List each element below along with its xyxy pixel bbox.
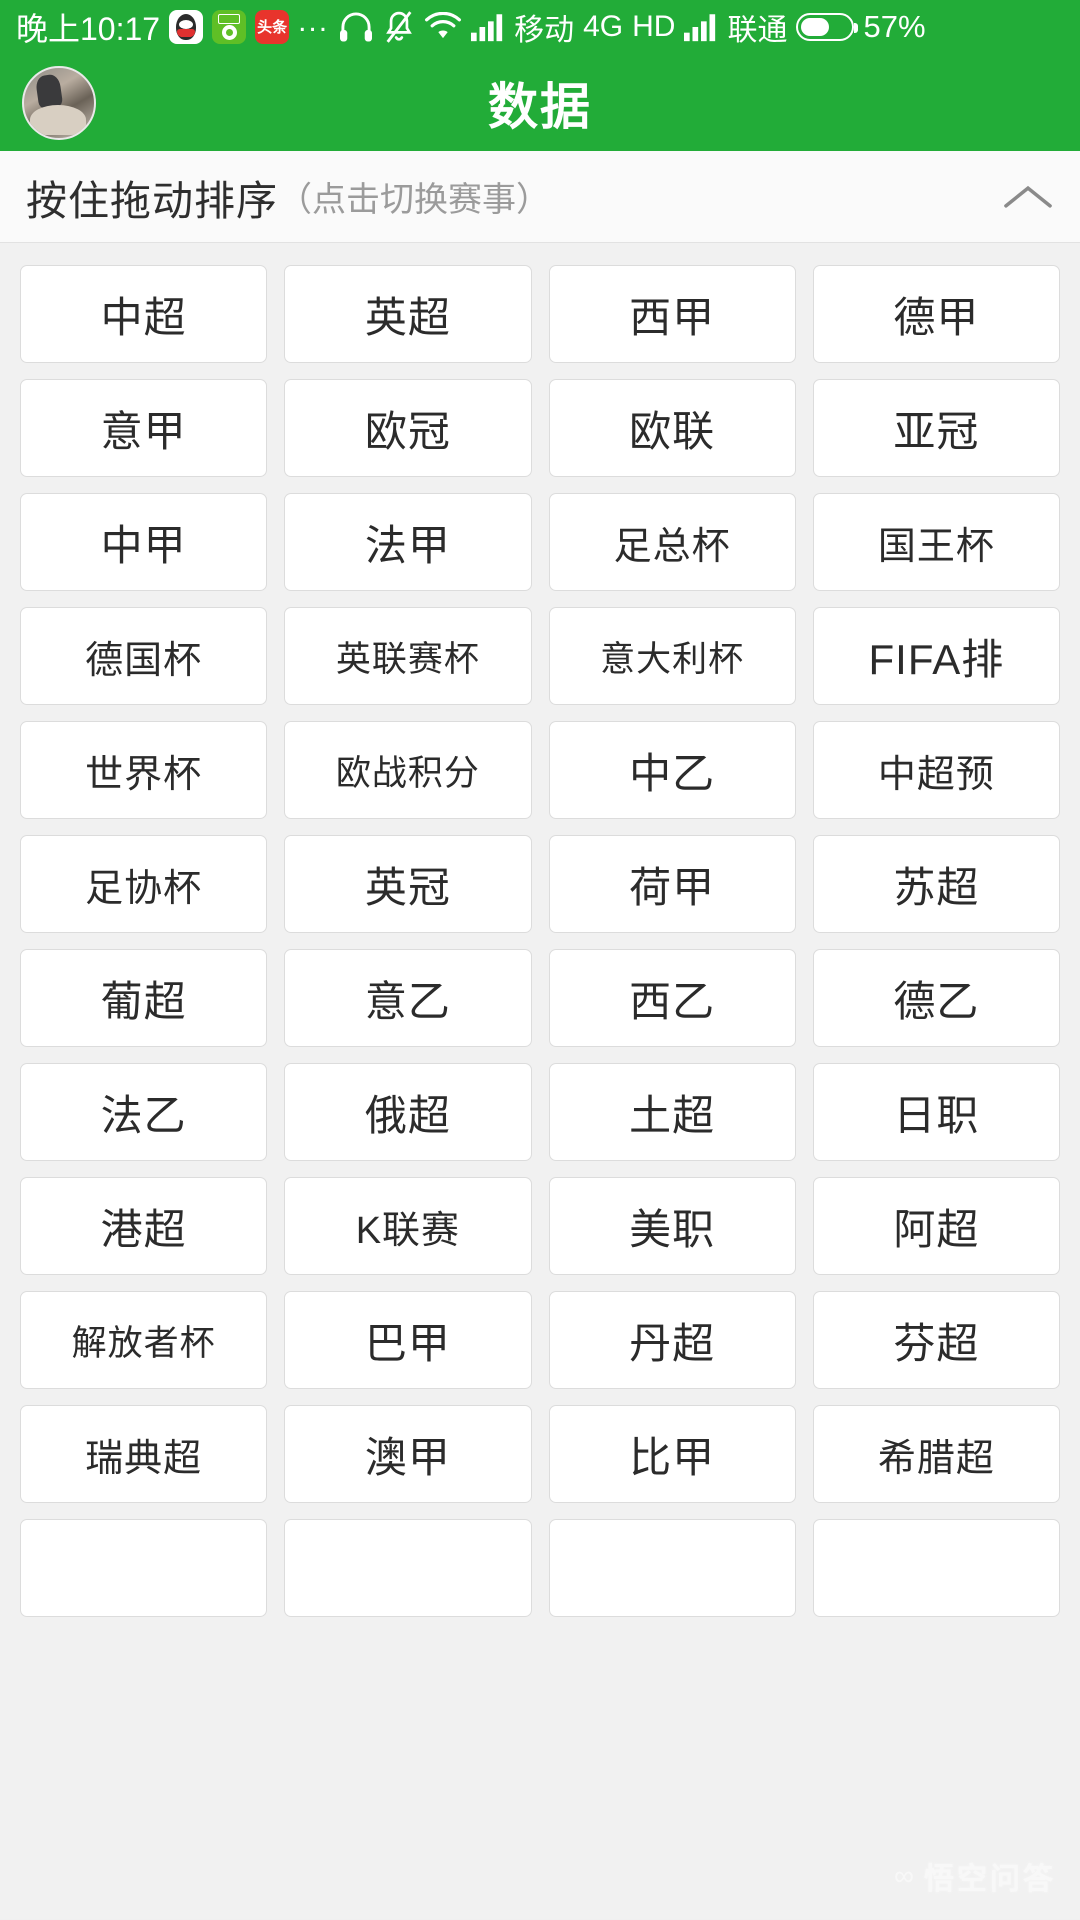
- chevron-up-icon[interactable]: [1002, 171, 1054, 223]
- league-cell[interactable]: 欧冠: [284, 379, 532, 477]
- status-time: 晚上10:17: [16, 11, 161, 47]
- league-cell[interactable]: 意乙: [284, 949, 532, 1047]
- qq-icon: [169, 10, 204, 44]
- league-cell[interactable]: [20, 1519, 268, 1617]
- league-cell[interactable]: 德国杯: [20, 607, 268, 705]
- league-cell[interactable]: 欧战积分: [284, 721, 532, 819]
- app-root: 晚上10:17 头条 ... 移动 4G HD 联通 57% 数据 按住拖动排序…: [0, 0, 1080, 1920]
- league-cell[interactable]: 足总杯: [548, 493, 796, 591]
- league-cell[interactable]: 美职: [548, 1177, 796, 1275]
- soccer-app-icon: [212, 10, 247, 44]
- toutiao-label: 头条: [257, 18, 288, 36]
- league-cell[interactable]: 荷甲: [548, 835, 796, 933]
- avatar[interactable]: [22, 65, 96, 140]
- league-cell[interactable]: 阿超: [812, 1177, 1060, 1275]
- league-cell[interactable]: 解放者杯: [20, 1291, 268, 1389]
- league-cell[interactable]: [812, 1519, 1060, 1617]
- league-cell[interactable]: 德甲: [812, 265, 1060, 363]
- league-cell[interactable]: [284, 1519, 532, 1617]
- league-cell[interactable]: [548, 1519, 796, 1617]
- league-cell[interactable]: 世界杯: [20, 721, 268, 819]
- league-cell[interactable]: 中超: [20, 265, 268, 363]
- sort-bar-main-text: 按住拖动排序: [26, 177, 278, 224]
- league-cell[interactable]: 瑞典超: [20, 1405, 268, 1503]
- signal-icon-2: [684, 12, 718, 42]
- sort-bar[interactable]: 按住拖动排序 （点击切换赛事）: [0, 151, 1080, 243]
- league-cell[interactable]: 俄超: [284, 1063, 532, 1161]
- league-cell[interactable]: 亚冠: [812, 379, 1060, 477]
- league-cell[interactable]: 德乙: [812, 949, 1060, 1047]
- battery-percent: 57%: [863, 9, 926, 44]
- league-cell[interactable]: 苏超: [812, 835, 1060, 933]
- league-cell[interactable]: 英联赛杯: [284, 607, 532, 705]
- wifi-icon: [424, 12, 462, 42]
- hd-label: HD: [632, 10, 676, 43]
- sort-bar-sub-text: （点击切换赛事）: [278, 181, 550, 219]
- league-cell[interactable]: 法乙: [20, 1063, 268, 1161]
- overflow-dots-icon: ...: [298, 5, 330, 38]
- league-cell[interactable]: 足协杯: [20, 835, 268, 933]
- league-cell[interactable]: 中甲: [20, 493, 268, 591]
- league-cell[interactable]: 西甲: [548, 265, 796, 363]
- league-cell[interactable]: 巴甲: [284, 1291, 532, 1389]
- league-cell[interactable]: 葡超: [20, 949, 268, 1047]
- league-cell[interactable]: 土超: [548, 1063, 796, 1161]
- league-cell[interactable]: 法甲: [284, 493, 532, 591]
- league-cell[interactable]: 芬超: [812, 1291, 1060, 1389]
- battery-icon: [796, 13, 859, 41]
- page-title: 数据: [488, 78, 592, 135]
- league-cell[interactable]: 欧联: [548, 379, 796, 477]
- league-cell[interactable]: 中乙: [548, 721, 796, 819]
- league-cell[interactable]: 意大利杯: [548, 607, 796, 705]
- carrier-label-1: 移动: [514, 14, 575, 47]
- league-cell[interactable]: FIFA排: [812, 607, 1060, 705]
- league-cell[interactable]: 西乙: [548, 949, 796, 1047]
- league-grid-container: 中超 英超 西甲 德甲意甲 欧冠 欧联 亚冠中甲 法甲 足总杯 国王杯德国杯 英联赛杯 意大利杯 FIF…: [0, 243, 1080, 1919]
- league-cell[interactable]: K联赛: [284, 1177, 532, 1275]
- league-cell[interactable]: 澳甲: [284, 1405, 532, 1503]
- league-cell[interactable]: 意甲: [20, 379, 268, 477]
- league-cell[interactable]: 国王杯: [812, 493, 1060, 591]
- league-cell[interactable]: 日职: [812, 1063, 1060, 1161]
- league-cell[interactable]: 英冠: [284, 835, 532, 933]
- silent-bell-icon: [383, 10, 415, 44]
- league-cell[interactable]: 中超预: [812, 721, 1060, 819]
- headset-icon: [338, 11, 374, 43]
- league-cell[interactable]: 比甲: [548, 1405, 796, 1503]
- toutiao-icon: 头条: [255, 10, 290, 44]
- league-cell[interactable]: 英超: [284, 265, 532, 363]
- app-header: 数据: [0, 54, 1080, 151]
- network-type-label: 4G: [583, 10, 624, 43]
- league-grid: 中超 英超 西甲 德甲意甲 欧冠 欧联 亚冠中甲 法甲 足总杯 国王杯德国杯 英联赛杯 意大利杯 FIF…: [20, 265, 1060, 1617]
- status-bar: 晚上10:17 头条 ... 移动 4G HD 联通 57%: [0, 0, 1080, 54]
- league-cell[interactable]: 丹超: [548, 1291, 796, 1389]
- signal-icon: [471, 12, 505, 42]
- league-cell[interactable]: 港超: [20, 1177, 268, 1275]
- carrier-label-2: 联通: [727, 14, 788, 47]
- league-cell[interactable]: 希腊超: [812, 1405, 1060, 1503]
